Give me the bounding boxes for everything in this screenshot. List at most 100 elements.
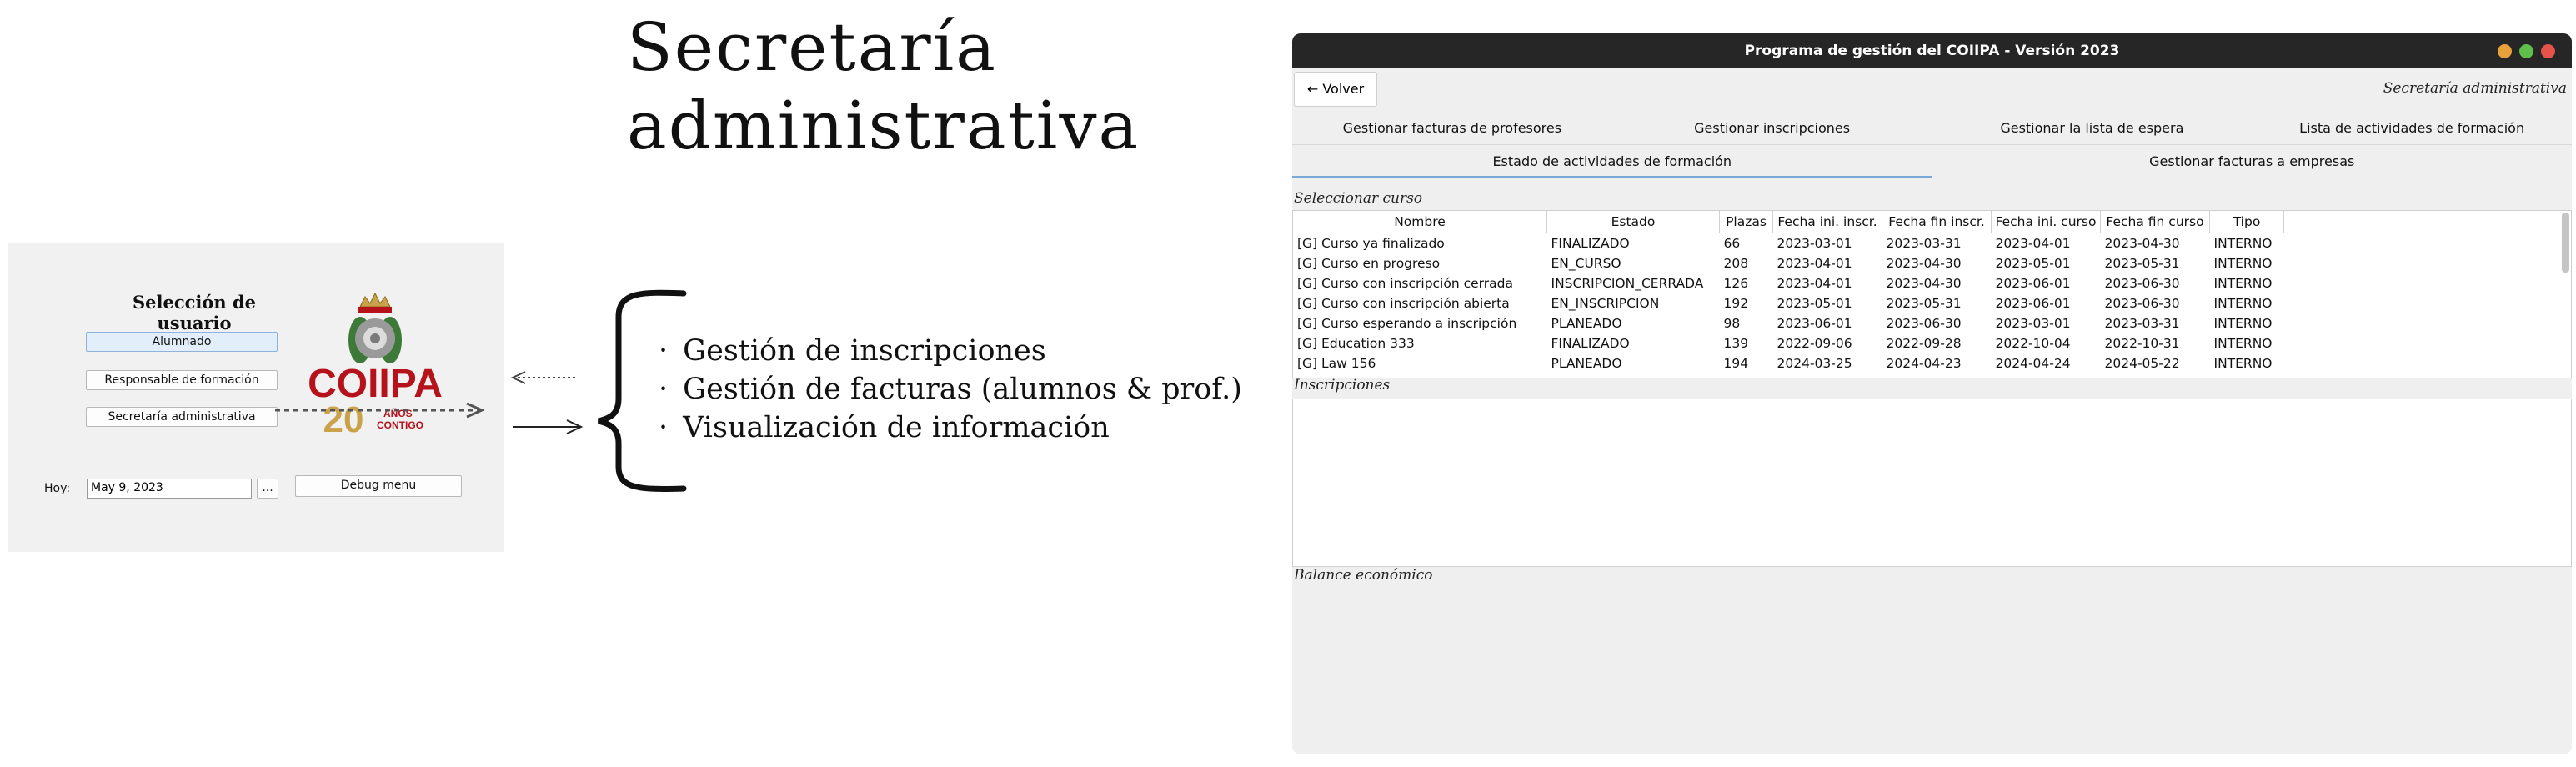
column-header-plazas[interactable]: Plazas (1719, 211, 1773, 233)
table-cell: [G] Education 333 (1297, 336, 1415, 351)
close-icon[interactable] (2541, 44, 2555, 58)
table-cell: 2023-04-01 (1777, 276, 1852, 291)
table-cell: 2023-03-31 (2104, 316, 2180, 331)
table-cell: INTERNO (2213, 336, 2273, 351)
table-cell: INTERNO (2213, 316, 2273, 331)
table-cell: 66 (1723, 236, 1741, 251)
table-cell: 2023-03-01 (1995, 316, 2071, 331)
column-header-fecha-fin-inscr[interactable]: Fecha fin inscr. (1882, 211, 1992, 233)
main-app-window: Programa de gestión del COIIPA - Versión… (1292, 33, 2572, 754)
table-cell: 192 (1723, 296, 1749, 311)
table-cell: 2024-04-23 (1886, 356, 1962, 371)
table-cell: PLANEADO (1551, 316, 1622, 331)
select-course-label: Seleccionar curso (1294, 190, 1423, 207)
table-cell: 2023-04-01 (1995, 236, 2071, 251)
column-header-fecha-ini-inscr[interactable]: Fecha ini. inscr. (1772, 211, 1882, 233)
role-label: Secretaría administrativa (2383, 80, 2567, 97)
table-row[interactable]: [G] Curso ya finalizado FINALIZADO 66 2023-… (1293, 233, 2284, 254)
table-cell: 139 (1723, 336, 1749, 351)
table-cell: 2024-05-22 (2104, 356, 2180, 371)
table-cell: INTERNO (2213, 276, 2273, 291)
column-header-nombre[interactable]: Nombre (1293, 211, 1547, 233)
table-cell: 2023-03-01 (1777, 236, 1852, 251)
back-button[interactable]: ← Volver (1294, 72, 1377, 107)
table-cell: [G] Curso con inscripción abierta (1297, 296, 1510, 311)
table-cell: 2023-06-30 (2104, 296, 2180, 311)
column-header-tipo[interactable]: Tipo (2209, 211, 2284, 233)
table-cell: 2023-06-30 (2104, 276, 2180, 291)
window-titlebar: Programa de gestión del COIIPA - Versión… (1292, 33, 2572, 68)
tab-row-2: Estado de actividades de formación Gesti… (1292, 147, 2572, 178)
inscripciones-table (1292, 399, 2572, 567)
column-header-estado[interactable]: Estado (1546, 211, 1720, 233)
table-cell: 2023-05-01 (1777, 296, 1852, 311)
table-row[interactable]: [G] Curso esperando a inscripción PLANEAD… (1293, 313, 2284, 333)
tab-inscripciones[interactable]: Gestionar inscripciones (1611, 113, 1932, 145)
table-cell: 2023-06-01 (1777, 316, 1852, 331)
table-cell: 2023-06-01 (1995, 276, 2071, 291)
table-cell: INTERNO (2213, 236, 2273, 251)
table-cell: [G] Curso con inscripción cerrada (1297, 276, 1513, 291)
table-cell: INTERNO (2213, 356, 2273, 371)
table-cell: EN_INSCRIPCION (1551, 296, 1660, 311)
table-cell: 208 (1723, 256, 1749, 271)
course-table-container: Nombre Estado Plazas Fecha ini. inscr. F… (1292, 210, 2572, 378)
feature-item: Visualización de información (659, 409, 1242, 447)
table-cell: [G] Curso ya finalizado (1297, 236, 1445, 251)
table-cell: 2022-10-31 (2104, 336, 2180, 351)
tab-lista-espera[interactable]: Gestionar la lista de espera (1932, 113, 2253, 145)
minimize-icon[interactable] (2498, 44, 2512, 58)
feature-item: Gestión de inscripciones (659, 332, 1242, 370)
table-cell: 98 (1723, 316, 1741, 331)
table-cell: 2023-04-01 (1777, 256, 1852, 271)
table-cell: [G] Law 156 (1297, 356, 1376, 371)
tab-facturas-empresas[interactable]: Gestionar facturas a empresas (1932, 147, 2572, 178)
table-cell: 2022-09-28 (1886, 336, 1962, 351)
table-cell: EN_CURSO (1551, 256, 1621, 271)
table-row[interactable]: [G] Law 156 PLANEADO 194 2024-03-25 2024-04-… (1293, 353, 2284, 373)
inscripciones-label: Inscripciones (1294, 377, 1391, 394)
column-header-fecha-fin-curso[interactable]: Fecha fin curso (2100, 211, 2210, 233)
table-cell: 2023-06-01 (1995, 296, 2071, 311)
table-cell: PLANEADO (1551, 356, 1622, 371)
table-cell: 2023-06-30 (1886, 316, 1962, 331)
table-cell: 2023-05-31 (1886, 296, 1962, 311)
table-cell: 2024-03-25 (1777, 356, 1852, 371)
table-cell: 2023-04-30 (1886, 276, 1962, 291)
table-cell: 2023-04-30 (1886, 256, 1962, 271)
tab-row-1: Gestionar facturas de profesores Gestion… (1292, 113, 2572, 145)
app-toolbar: ← Volver Secretaría administrativa (1292, 68, 2572, 110)
tab-estado-actividades[interactable]: Estado de actividades de formación (1292, 147, 1932, 178)
table-cell: 2023-05-31 (2104, 256, 2180, 271)
feature-list: Gestión de inscripciones Gestión de fact… (659, 332, 1242, 447)
table-cell: INTERNO (2213, 256, 2273, 271)
maximize-icon[interactable] (2519, 44, 2533, 58)
table-row[interactable]: [G] Curso con inscripción abierta EN_INSC… (1293, 293, 2284, 313)
table-row[interactable]: [G] Education 333 FINALIZADO 139 2022-09-06… (1293, 333, 2284, 353)
table-cell: 2022-10-04 (1995, 336, 2071, 351)
tab-lista-actividades[interactable]: Lista de actividades de formación (2252, 113, 2572, 145)
table-header-row: Nombre Estado Plazas Fecha ini. inscr. F… (1293, 211, 2284, 233)
table-cell: [G] Curso en progreso (1297, 256, 1441, 271)
window-title: Programa de gestión del COIIPA - Versión… (1744, 43, 2120, 59)
table-cell: 2023-05-01 (1995, 256, 2071, 271)
table-row[interactable]: [G] Curso con inscripción cerrada INSCRIP… (1293, 273, 2284, 293)
table-cell: INSCRIPCION_CERRADA (1551, 276, 1704, 291)
column-header-fecha-ini-curso[interactable]: Fecha ini. curso (1991, 211, 2101, 233)
table-cell: 126 (1723, 276, 1749, 291)
balance-label: Balance económico (1294, 567, 1433, 584)
table-cell: FINALIZADO (1551, 336, 1630, 351)
course-table: Nombre Estado Plazas Fecha ini. inscr. F… (1293, 211, 2284, 373)
table-cell: 2022-09-06 (1777, 336, 1852, 351)
feature-item: Gestión de facturas (alumnos & prof.) (659, 370, 1242, 409)
table-cell: 194 (1723, 356, 1749, 371)
table-scrollbar[interactable] (2562, 213, 2569, 273)
table-cell: INTERNO (2213, 296, 2273, 311)
table-cell: 2023-03-31 (1886, 236, 1962, 251)
table-cell: FINALIZADO (1551, 236, 1630, 251)
table-cell: 2023-04-30 (2104, 236, 2180, 251)
table-row[interactable]: [G] Curso en progreso EN_CURSO 208 2023-04-… (1293, 253, 2284, 273)
table-cell: [G] Curso esperando a inscripción (1297, 316, 1517, 331)
tab-facturas-profesores[interactable]: Gestionar facturas de profesores (1292, 113, 1612, 145)
table-cell: 2024-04-24 (1995, 356, 2071, 371)
